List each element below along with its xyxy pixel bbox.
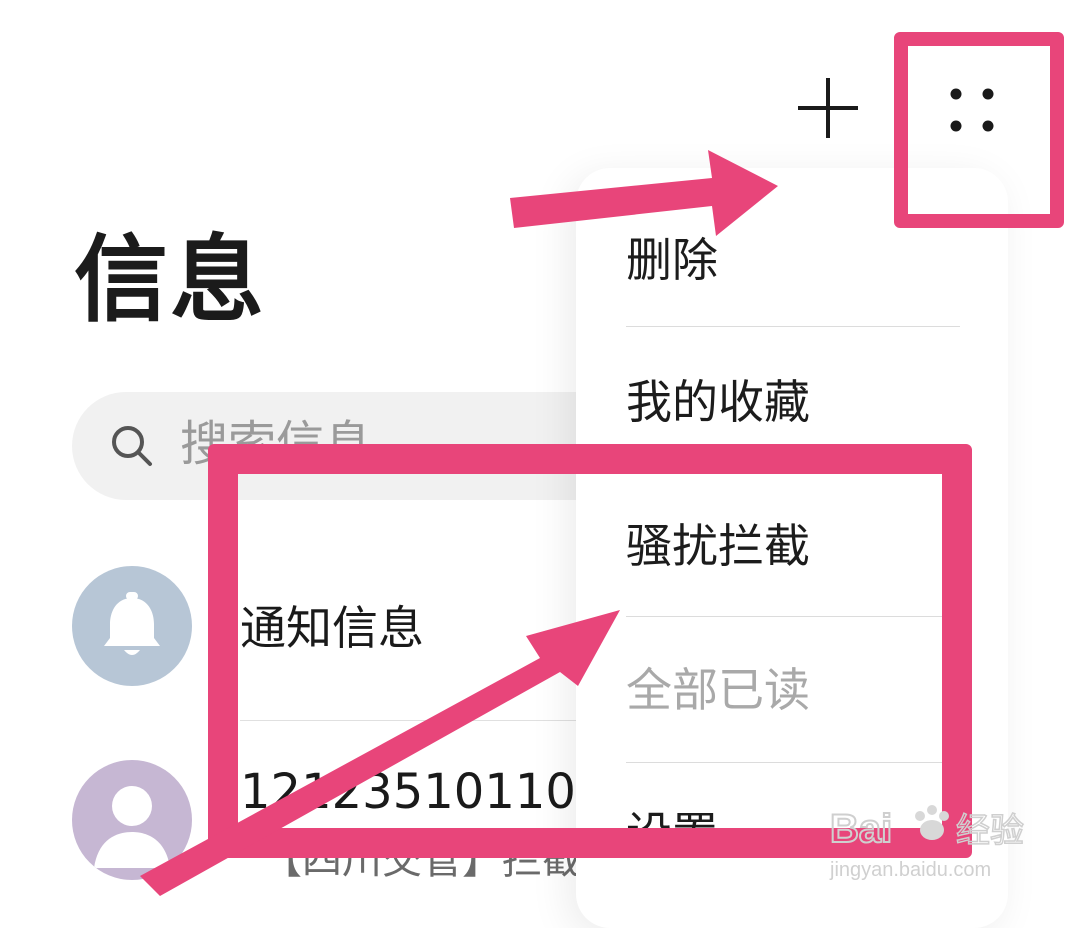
contact-avatar[interactable]	[72, 760, 192, 880]
search-icon	[112, 426, 152, 466]
watermark-brand-cn: 经验	[956, 811, 1024, 851]
plus-icon[interactable]	[796, 76, 860, 140]
person-icon	[94, 786, 170, 868]
menu-divider	[626, 326, 960, 327]
page-title: 信息	[74, 226, 267, 335]
notification-avatar[interactable]	[72, 566, 192, 686]
menu-item-delete[interactable]: 删除	[626, 228, 718, 292]
watermark-url: jingyan.baidu.com	[829, 859, 991, 881]
baidu-watermark-logo: Bai 经验 jingyan.baidu.com	[829, 805, 1025, 881]
watermark-brand: Bai	[830, 807, 892, 851]
bell-icon	[104, 592, 160, 655]
menu-item-favorites[interactable]: 我的收藏	[626, 370, 810, 434]
highlight-box-more-button	[894, 32, 1064, 228]
